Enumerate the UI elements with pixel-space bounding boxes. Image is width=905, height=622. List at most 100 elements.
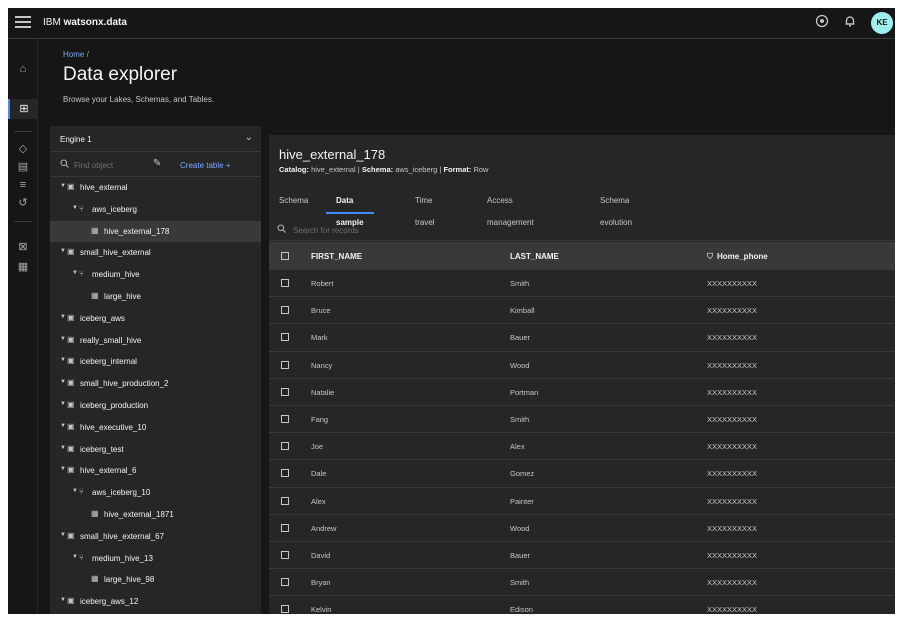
table-row[interactable]: Bryan Smith XXXXXXXXXX (269, 569, 895, 597)
row-checkbox[interactable] (281, 360, 289, 369)
tree-item[interactable]: ▼ ⑂ aws_iceberg (50, 199, 261, 221)
row-checkbox[interactable] (281, 496, 289, 505)
notification-icon[interactable] (841, 14, 859, 32)
row-checkbox[interactable] (281, 442, 289, 451)
row-checkbox[interactable] (281, 578, 289, 587)
rail-divider (14, 221, 32, 222)
home-icon[interactable]: ⌂ (8, 59, 38, 79)
tree-item[interactable]: ▼ ▣ small_hive_external_67 (50, 526, 261, 548)
caret-down-icon[interactable]: ▼ (60, 248, 66, 254)
table-row[interactable]: Andrew Wood XXXXXXXXXX (269, 515, 895, 542)
caret-down-icon[interactable]: ▼ (60, 423, 66, 429)
tree-item[interactable]: ▦ hive_external_1871 (50, 504, 261, 526)
row-checkbox[interactable] (281, 605, 289, 614)
help-icon[interactable] (813, 14, 831, 32)
table-row[interactable]: Robert Smith XXXXXXXXXX (269, 270, 895, 298)
row-checkbox[interactable] (281, 306, 289, 315)
table-row[interactable]: Natalie Portman XXXXXXXXXX (269, 379, 895, 406)
tree-item[interactable]: ▼ ⑂ medium_hive_13 (50, 548, 261, 570)
tree-item[interactable]: ▼ ▣ iceberg_internal (50, 351, 261, 373)
caret-down-icon[interactable]: ▼ (60, 314, 66, 320)
history-icon[interactable]: ↺ (8, 193, 38, 213)
catalog-icon: ▣ (67, 247, 75, 257)
tab-schema[interactable]: Schema (279, 190, 308, 214)
caret-down-icon[interactable]: ▼ (72, 554, 78, 560)
row-checkbox[interactable] (281, 387, 289, 396)
brand-name[interactable]: IBM watsonx.data (43, 17, 127, 28)
caret-down-icon[interactable]: ▼ (72, 488, 78, 494)
engine-dropdown[interactable]: Engine 1 ⌄ (50, 126, 261, 152)
tree-item[interactable]: ▼ ⑂ medium_hive (50, 264, 261, 286)
column-header-first-name[interactable]: FIRST_NAME (311, 252, 362, 261)
table-cell: Natalie (311, 387, 335, 397)
tree-item[interactable]: ▦ large_hive_98 (50, 569, 261, 591)
table-row[interactable]: Joe Alex XXXXXXXXXX (269, 433, 895, 461)
search-records-input[interactable] (293, 222, 493, 238)
query-icon[interactable]: ≡ (8, 175, 38, 195)
caret-down-icon[interactable]: ▼ (60, 379, 66, 385)
tree-item[interactable]: ▼ ▣ hive_executive_10 (50, 417, 261, 439)
tree-item[interactable]: ▼ ▣ iceberg_aws (50, 308, 261, 330)
row-checkbox[interactable] (281, 333, 289, 342)
column-header-home-phone[interactable]: ⛉ Home_phone (707, 252, 768, 262)
chevron-down-icon: ⌄ (244, 132, 253, 143)
edit-icon[interactable]: ✎ (153, 158, 161, 169)
table-cell: Andrew (311, 523, 337, 533)
infrastructure-icon[interactable]: ◇ (8, 139, 38, 159)
tree-item[interactable]: ▼ ⑂ aws_iceberg_10 (50, 482, 261, 504)
table-row[interactable]: David Bauer XXXXXXXXXX (269, 542, 895, 570)
tab-access-management[interactable]: Access management (487, 190, 534, 227)
table-row[interactable]: Alex Painter XXXXXXXXXX (269, 488, 895, 515)
table-row[interactable]: Fang Smith XXXXXXXXXX (269, 406, 895, 434)
create-table-button[interactable]: Create table + (180, 161, 231, 170)
tab-schema-evolution[interactable]: Schema evolution (600, 190, 632, 227)
user-avatar[interactable]: KE (871, 12, 893, 34)
caret-down-icon[interactable]: ▼ (60, 401, 66, 407)
settings-icon[interactable]: ▦ (8, 257, 38, 277)
table-row[interactable]: Mark Bauer XXXXXXXXXX (269, 324, 895, 352)
table-row[interactable]: Dale Gomez XXXXXXXXXX (269, 460, 895, 488)
row-checkbox[interactable] (281, 550, 289, 559)
caret-down-icon[interactable]: ▼ (60, 357, 66, 363)
menu-icon[interactable] (15, 16, 31, 30)
select-all-checkbox[interactable] (281, 252, 289, 260)
caret-down-icon[interactable]: ▼ (60, 466, 66, 472)
column-header-home-phone-label: Home_phone (717, 252, 768, 261)
tab-time-travel[interactable]: Time travel (415, 190, 435, 227)
caret-down-icon[interactable]: ▼ (60, 532, 66, 538)
data-explorer-icon[interactable]: ⊞ (8, 99, 38, 119)
caret-down-icon[interactable]: ▼ (60, 183, 66, 189)
tree-item[interactable]: ▼ ▣ hive_external (50, 177, 261, 199)
tree-item[interactable]: ▼ ▣ hive_external_6 (50, 460, 261, 482)
tree-item[interactable]: ▼ ▣ really_small_hive (50, 330, 261, 352)
caret-down-icon[interactable]: ▼ (60, 336, 66, 342)
caret-down-icon[interactable]: ▼ (60, 445, 66, 451)
table-row[interactable]: Nancy Wood XXXXXXXXXX (269, 352, 895, 379)
row-checkbox[interactable] (281, 414, 289, 423)
tab-data-sample[interactable]: Data sample (326, 190, 374, 227)
tree-item[interactable]: ▼ ▣ small_hive_external (50, 242, 261, 264)
row-checkbox[interactable] (281, 523, 289, 532)
row-checkbox[interactable] (281, 469, 289, 478)
column-header-last-name[interactable]: LAST_NAME (510, 252, 559, 261)
tree-item[interactable]: ▼ ▣ iceberg_aws_12 (50, 591, 261, 613)
tree-item[interactable]: ▼ ▣ small_hive_production_2 (50, 373, 261, 395)
table-row[interactable]: Kelvin Edison XXXXXXXXXX (269, 596, 895, 614)
tree-list: ▼ ▣ hive_external ▼ ⑂ aws_iceberg ▦ hive_extern… (50, 177, 261, 613)
row-checkbox[interactable] (281, 279, 289, 287)
access-icon[interactable]: ⊠ (8, 237, 38, 257)
table-row[interactable]: Bruce Kimball XXXXXXXXXX (269, 297, 895, 325)
tree-item[interactable]: ▼ ▣ iceberg_production (50, 395, 261, 417)
tree-item[interactable]: ▦ large_hive (50, 286, 261, 308)
caret-down-icon[interactable]: ▼ (72, 205, 78, 211)
tree-item[interactable]: ▼ ▣ iceberg_test (50, 439, 261, 461)
find-object-input[interactable] (74, 157, 144, 173)
caret-down-icon[interactable]: ▼ (72, 270, 78, 276)
breadcrumb-home[interactable]: Home (63, 50, 84, 59)
breadcrumb-separator: / (86, 50, 89, 59)
caret-down-icon[interactable]: ▼ (60, 597, 66, 603)
tree-search-row: ✎ Create table + (50, 153, 261, 177)
calendar-icon[interactable]: ▤ (8, 157, 38, 177)
page-subtitle: Browse your Lakes, Schemas, and Tables. (63, 95, 215, 104)
tree-item[interactable]: ▦ hive_external_178 (50, 220, 261, 243)
